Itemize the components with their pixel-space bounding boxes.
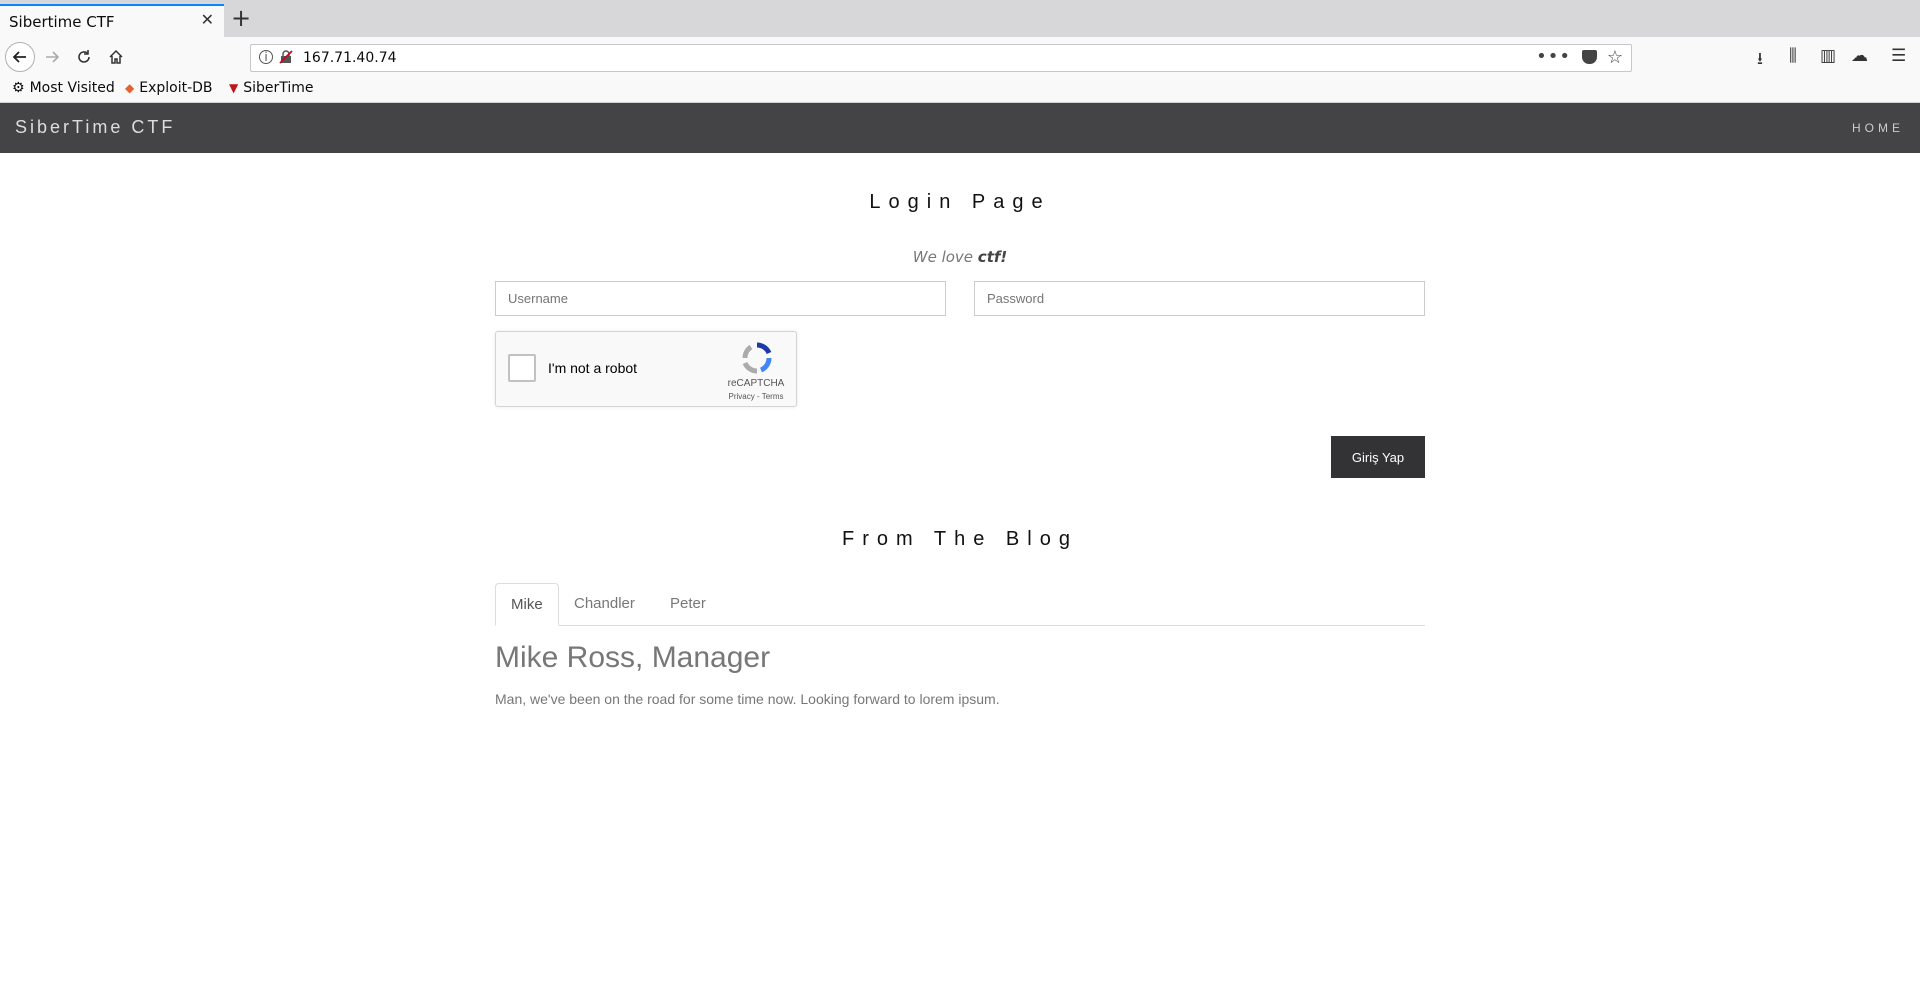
tab-peter[interactable]: Peter xyxy=(655,583,721,625)
url-text[interactable]: 167.71.40.74 xyxy=(303,50,397,66)
tab-chandler[interactable]: Chandler xyxy=(559,583,650,625)
site-navbar: SiberTime CTF HOME xyxy=(0,103,1920,153)
extension-icon[interactable]: ☁ xyxy=(1851,46,1868,66)
gear-icon: ⚙ xyxy=(12,80,25,96)
blog-title: From The Blog xyxy=(842,528,1078,550)
info-icon[interactable]: i xyxy=(259,50,273,64)
pocket-icon[interactable] xyxy=(1582,50,1597,64)
recaptcha-checkbox[interactable] xyxy=(508,354,536,382)
login-title: Login Page xyxy=(869,191,1051,213)
back-icon[interactable] xyxy=(5,42,35,72)
bookmark-sibertime[interactable]: ▼ SiberTime xyxy=(229,80,314,96)
nav-home-link[interactable]: HOME xyxy=(1852,121,1904,135)
bookmark-exploit-db[interactable]: ◆ Exploit-DB xyxy=(125,80,213,96)
address-bar[interactable]: i 167.71.40.74 ••• ☆ xyxy=(250,44,1632,72)
browser-tab-strip: Sibertime CTF ✕ + xyxy=(0,0,1920,37)
browser-tab[interactable]: Sibertime CTF ✕ xyxy=(0,4,224,37)
bookmarks-bar: ⚙ Most Visited ◆ Exploit-DB ▼ SiberTime xyxy=(0,77,1920,103)
password-input[interactable] xyxy=(974,281,1425,316)
login-button[interactable]: Giriş Yap xyxy=(1331,436,1425,478)
library-icon[interactable]: ⫼ xyxy=(1789,46,1797,66)
sibertime-icon: ▼ xyxy=(229,81,239,95)
recaptcha-links[interactable]: Privacy - Terms xyxy=(726,392,786,401)
browser-toolbar: i 167.71.40.74 ••• ☆ ⭳ ⫼ ▥ ☁ ☰ xyxy=(0,37,1920,77)
close-tab-icon[interactable]: ✕ xyxy=(201,12,214,28)
reload-icon[interactable] xyxy=(70,43,98,71)
tab-title: Sibertime CTF xyxy=(9,13,115,31)
page-actions-icon[interactable]: ••• xyxy=(1536,46,1571,67)
recaptcha-logo-icon xyxy=(742,342,772,374)
insecure-lock-icon[interactable] xyxy=(279,50,293,64)
menu-icon[interactable]: ☰ xyxy=(1891,46,1906,66)
tagline: We love ctf! xyxy=(912,248,1008,266)
username-input[interactable] xyxy=(495,281,946,316)
exploit-db-icon: ◆ xyxy=(125,81,135,95)
new-tab-icon[interactable]: + xyxy=(231,6,251,30)
sidebar-icon[interactable]: ▥ xyxy=(1820,46,1836,66)
recaptcha-brand: reCAPTCHA xyxy=(727,378,785,389)
bookmark-most-visited[interactable]: ⚙ Most Visited xyxy=(12,80,115,96)
site-brand[interactable]: SiberTime CTF xyxy=(15,117,175,138)
tab-mike[interactable]: Mike xyxy=(495,583,559,626)
downloads-icon[interactable]: ⭳ xyxy=(1757,46,1763,75)
blog-heading: Mike Ross, Manager xyxy=(495,641,771,674)
home-icon[interactable] xyxy=(102,43,130,71)
forward-icon[interactable] xyxy=(38,43,66,71)
recaptcha-widget: I'm not a robot reCAPTCHA Privacy - Term… xyxy=(495,331,797,407)
blog-tabs: Mike Chandler Peter xyxy=(495,583,1425,626)
recaptcha-label: I'm not a robot xyxy=(548,360,638,376)
bookmark-star-icon[interactable]: ☆ xyxy=(1607,47,1623,68)
blog-text: Man, we've been on the road for some tim… xyxy=(495,691,1000,707)
